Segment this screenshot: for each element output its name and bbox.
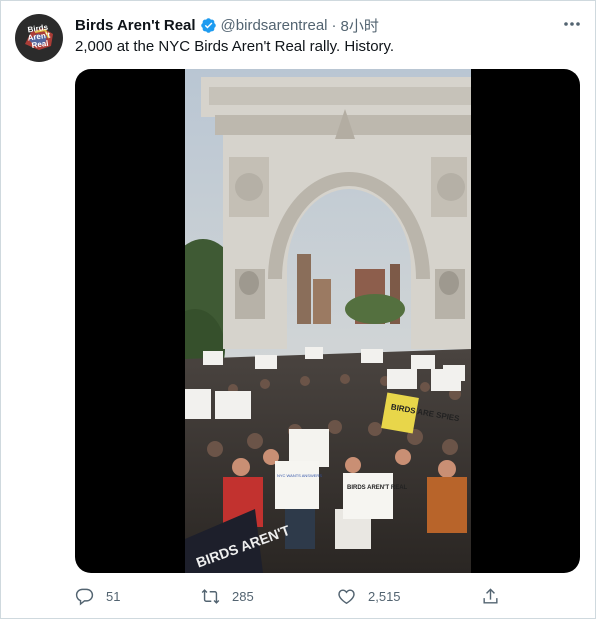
share-icon: [483, 587, 498, 604]
tweet-header: Birds Aren't Real @birdsarentreal · 8小时: [75, 15, 379, 35]
avatar-logo-text: Birds Aren't Real: [20, 23, 59, 52]
display-name[interactable]: Birds Aren't Real: [75, 17, 196, 34]
video-frame: BIRDS ARE SPIES BIRDS AREN'T REAL NYC WA…: [185, 69, 471, 573]
rally-scene-image: BIRDS ARE SPIES BIRDS AREN'T REAL NYC WA…: [185, 69, 471, 573]
like-button[interactable]: 2,515: [337, 585, 401, 607]
action-bar: 51 285 2,515: [75, 585, 580, 607]
reply-button[interactable]: 51: [75, 585, 120, 607]
sign-text: BIRDS AREN'T REAL: [347, 485, 408, 491]
reply-icon: [75, 588, 94, 606]
video-player[interactable]: BIRDS ARE SPIES BIRDS AREN'T REAL NYC WA…: [75, 69, 580, 573]
like-count: 2,515: [368, 588, 401, 604]
verified-badge-icon: [200, 17, 216, 33]
share-button[interactable]: [481, 585, 500, 607]
user-handle[interactable]: @birdsarentreal: [221, 17, 328, 34]
more-dots-icon[interactable]: [561, 15, 583, 33]
retweet-icon: [201, 588, 220, 604]
tweet-card[interactable]: Birds Aren't Real Birds Aren't Real @bir…: [0, 0, 596, 619]
reply-count: 51: [106, 588, 121, 604]
sign-text: NYC WANTS ANSWERS: [277, 473, 322, 478]
tweet-text: 2,000 at the NYC Birds Aren't Real rally…: [75, 38, 395, 55]
heart-icon: [338, 588, 355, 604]
retweet-count: 285: [232, 588, 254, 604]
avatar[interactable]: Birds Aren't Real: [15, 14, 63, 62]
separator-dot: ·: [331, 16, 337, 34]
timestamp[interactable]: 8小时: [341, 15, 379, 36]
retweet-button[interactable]: 285: [201, 585, 254, 607]
